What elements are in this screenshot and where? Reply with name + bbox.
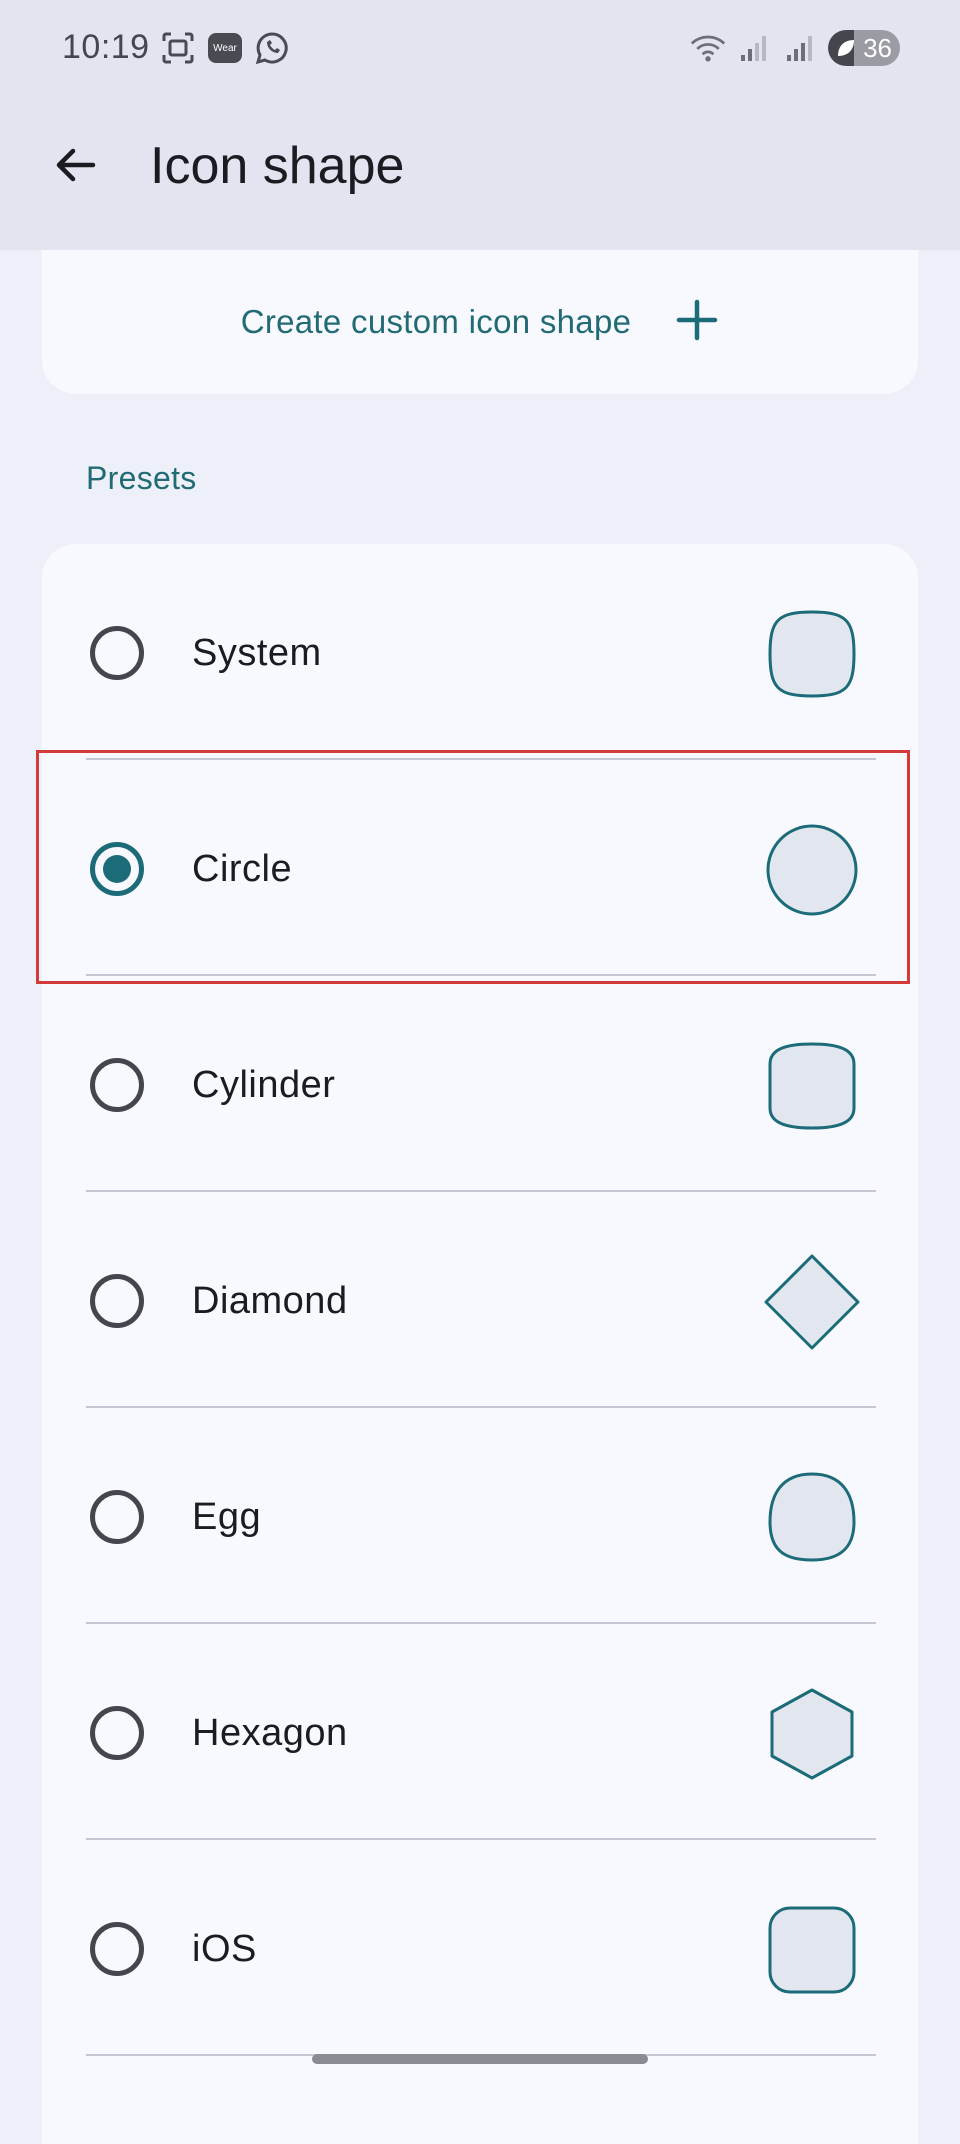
battery-level: 36 — [863, 32, 892, 63]
radio-button[interactable] — [90, 1922, 144, 1976]
preset-item-cylinder[interactable]: Cylinder — [42, 976, 918, 1192]
screenshot-icon — [160, 30, 196, 66]
status-time: 10:19 — [62, 28, 150, 66]
wear-badge-label: Wear — [213, 42, 237, 54]
whatsapp-icon — [254, 30, 290, 66]
preset-label: Cylinder — [192, 1064, 336, 1106]
battery-icon: 36 — [828, 30, 900, 66]
radio-button[interactable] — [90, 1274, 144, 1328]
signal-icon — [736, 30, 772, 66]
page-title: Icon shape — [150, 137, 405, 195]
preset-item-diamond[interactable]: Diamond — [42, 1192, 918, 1408]
wear-icon: Wear — [208, 33, 242, 63]
signal-icon — [782, 30, 818, 66]
egg-shape-icon — [762, 1468, 862, 1568]
preset-item-hexagon[interactable]: Hexagon — [42, 1624, 918, 1840]
diamond-shape-icon — [762, 1252, 862, 1352]
circle-shape-icon — [762, 820, 862, 920]
status-bar: 10:19 Wear 36 — [0, 0, 960, 98]
preset-item-ios[interactable]: iOS — [42, 1840, 918, 2056]
presets-list: System Circle Cylinder Diamond Egg Hexag… — [42, 544, 918, 2144]
presets-header: Presets — [86, 460, 197, 496]
preset-item-system[interactable]: System — [42, 544, 918, 760]
wifi-icon — [690, 30, 726, 66]
plus-icon — [675, 298, 719, 347]
navigation-handle[interactable] — [312, 2054, 648, 2064]
back-button[interactable] — [42, 134, 108, 200]
preset-label: Diamond — [192, 1280, 348, 1322]
create-custom-shape-button[interactable]: Create custom icon shape — [42, 250, 918, 394]
squircle-shape-icon — [762, 604, 862, 704]
status-icons-right: 36 — [690, 30, 900, 66]
radio-button-selected[interactable] — [90, 842, 144, 896]
status-icons-left: Wear — [160, 30, 290, 66]
radio-button[interactable] — [90, 1706, 144, 1760]
preset-item-circle[interactable]: Circle — [42, 760, 918, 976]
radio-button[interactable] — [90, 1058, 144, 1112]
preset-label: iOS — [192, 1928, 257, 1970]
arrow-left-icon — [51, 141, 99, 194]
preset-item-egg[interactable]: Egg — [42, 1408, 918, 1624]
top-app-bar: Icon shape — [0, 98, 960, 250]
radio-button[interactable] — [90, 626, 144, 680]
rounded-square-shape-icon — [762, 1900, 862, 2000]
preset-label: Hexagon — [192, 1712, 348, 1754]
hexagon-shape-icon — [762, 1684, 862, 1784]
cylinder-shape-icon — [762, 1036, 862, 1136]
radio-button[interactable] — [90, 1490, 144, 1544]
leaf-icon — [836, 38, 856, 63]
preset-label: Egg — [192, 1496, 262, 1538]
create-custom-shape-label: Create custom icon shape — [240, 303, 632, 340]
preset-label: Circle — [192, 848, 293, 890]
preset-label: System — [192, 632, 322, 674]
